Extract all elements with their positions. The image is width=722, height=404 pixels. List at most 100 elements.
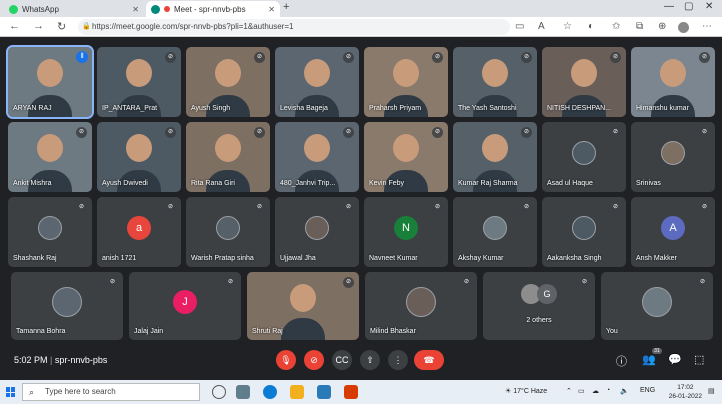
apps-icon[interactable]: ⊕ (658, 21, 666, 32)
participant-name: Ayush Singh (191, 105, 231, 112)
participant-tile[interactable]: ⊘ Shruti Raj (247, 272, 359, 340)
participant-tile[interactable]: ⊘ Praharsh Priyam (364, 47, 448, 117)
volume-icon[interactable]: 🔈 (620, 387, 629, 395)
maximize-icon[interactable]: ▢ (684, 1, 693, 12)
participant-tile[interactable]: ⊘ Ankit Mishra (8, 122, 92, 192)
mic-muted-icon: ⊘ (432, 52, 443, 63)
mic-muted-icon: ⊘ (225, 277, 236, 288)
participant-tile[interactable]: ⊘ Aakanksha Singh (542, 197, 626, 267)
tab-whatsapp[interactable]: WhatsApp ✕ (4, 1, 144, 17)
taskbar-clock[interactable]: 17:02 26-01-2022 (669, 383, 702, 401)
tab-meet[interactable]: Meet - spr-nnvb-pbs ✕ (146, 1, 280, 17)
participant-tile[interactable]: ⊘ You (601, 272, 713, 340)
windows-start-icon[interactable] (6, 387, 16, 397)
participant-name: 480_Janhvi Trip... (280, 180, 336, 187)
video-feed (482, 134, 508, 162)
chat-icon[interactable]: 💬 (668, 353, 682, 366)
favorites-icon[interactable]: ✩ (612, 21, 620, 32)
avatar (38, 216, 62, 240)
notification-icon[interactable]: ▤ (708, 387, 715, 395)
back-icon[interactable]: ← (9, 20, 20, 32)
participant-tile[interactable]: ⊘ Ayush Dwivedi (97, 122, 181, 192)
close-icon[interactable]: ✕ (132, 5, 139, 14)
captions-icon: CC (335, 355, 349, 365)
participant-tile[interactable]: ⊘ Kevin Feby (364, 122, 448, 192)
participant-tile[interactable]: ⊘ Shashank Raj (8, 197, 92, 267)
people-button[interactable]: 👥 31 (642, 348, 662, 366)
participant-tile[interactable]: ⊘ Milind Bhaskar (365, 272, 477, 340)
participant-tile[interactable]: ⊘ Rita Rana Giri (186, 122, 270, 192)
reload-icon[interactable]: ↻ (57, 20, 66, 33)
translate-icon[interactable]: A (538, 21, 545, 32)
extension-icon[interactable]: ◐ (588, 21, 594, 32)
participant-tile[interactable]: ⊘ IP_ANTARA_Prat (97, 47, 181, 117)
people-icon: 👥 (642, 354, 656, 366)
activities-icon[interactable]: ⬚ (694, 353, 704, 366)
tray-up-icon[interactable]: ⌃ (566, 387, 572, 395)
participant-name: Himanshu kumar (636, 105, 689, 112)
office-icon[interactable] (344, 385, 358, 399)
task-view-icon[interactable] (236, 385, 250, 399)
camera-off-button[interactable]: ⊘ (304, 350, 324, 370)
participant-tile[interactable]: ⊘ Tamanna Bohra (11, 272, 123, 340)
participant-tile[interactable]: N ⊘ Navneet Kumar (364, 197, 448, 267)
weather-widget[interactable]: ☀ 17°C Haze (505, 387, 547, 395)
participant-tile[interactable]: ⦀ ARYAN RAJ (6, 45, 94, 119)
mic-muted-icon: ⊘ (76, 202, 87, 213)
cloud-icon[interactable]: ☁ (592, 387, 599, 395)
participant-tile[interactable]: ⊘ 480_Janhvi Trip... (275, 122, 359, 192)
leave-call-button[interactable]: ☎ (414, 350, 444, 370)
taskbar-search[interactable]: ⌕ Type here to search (22, 383, 200, 401)
more-options-button[interactable]: ⋮ (388, 350, 408, 370)
more-vert-icon: ⋮ (393, 354, 403, 365)
participant-tile[interactable]: ⊘ Warish Pratap sinha (186, 197, 270, 267)
close-window-icon[interactable]: ✕ (705, 1, 713, 12)
participant-tile[interactable]: G ⊘ 2 others (483, 272, 595, 340)
participant-name: Tamanna Bohra (16, 328, 66, 335)
profile-avatar[interactable] (678, 22, 689, 33)
mic-off-button[interactable]: 🎙 (276, 350, 296, 370)
mic-muted-icon: ⊘ (610, 202, 621, 213)
network-icon[interactable]: ▭ (578, 387, 585, 395)
camera-icon[interactable]: ▭ (515, 21, 524, 32)
language-indicator[interactable]: ENG (640, 387, 655, 394)
forward-icon[interactable]: → (33, 20, 44, 32)
participant-tile[interactable]: ⊘ Levisha Bageja (275, 47, 359, 117)
collections-icon[interactable]: ⧉ (636, 21, 643, 32)
close-icon[interactable]: ✕ (268, 5, 275, 14)
participant-tile[interactable]: J ⊘ Jalaj Jain (129, 272, 241, 340)
participant-tile[interactable]: ⊘ The Yash Santoshi (453, 47, 537, 117)
participant-tile[interactable]: ⊘ Ayush Singh (186, 47, 270, 117)
bookmark-star-icon[interactable]: ☆ (563, 21, 572, 32)
participant-tile[interactable]: a ⊘ anish 1721 (97, 197, 181, 267)
edge-icon[interactable] (263, 385, 277, 399)
video-feed (290, 284, 316, 312)
store-icon[interactable] (317, 385, 331, 399)
participant-tile[interactable]: ⊘ Asad ul Haque (542, 122, 626, 192)
video-feed-body (281, 318, 325, 340)
participant-name: anish 1721 (102, 255, 137, 262)
mic-muted-icon: ⊘ (610, 52, 621, 63)
participant-tile[interactable]: ⊘ Ujjawal Jha (275, 197, 359, 267)
mic-muted-icon: ⊘ (432, 202, 443, 213)
captions-button[interactable]: CC (332, 350, 352, 370)
avatar (483, 216, 507, 240)
participant-tile[interactable]: ⊘ Kumar Raj Sharma (453, 122, 537, 192)
file-explorer-icon[interactable] (290, 385, 304, 399)
participant-tile[interactable]: ⊘ Srinivas (631, 122, 715, 192)
minimize-icon[interactable]: — (664, 1, 674, 12)
video-feed (660, 59, 686, 87)
participant-tile[interactable]: ⊘ Himanshu kumar (631, 47, 715, 117)
participant-tile[interactable]: ⊘ Akshay Kumar (453, 197, 537, 267)
menu-icon[interactable]: ⋯ (702, 21, 712, 32)
present-button[interactable]: ⇧ (360, 350, 380, 370)
cortana-icon[interactable] (212, 385, 226, 399)
participant-tile[interactable]: A ⊘ Ansh Makker (631, 197, 715, 267)
participant-tile[interactable]: ⊘ NITISH DESHPAN... (542, 47, 626, 117)
video-feed (482, 59, 508, 87)
wifi-icon[interactable]: ◔ (606, 387, 610, 394)
video-feed (393, 59, 419, 87)
url-field[interactable]: 🔒 https://meet.google.com/spr-nnvb-pbs?p… (78, 19, 510, 35)
info-icon[interactable]: ⓘ (616, 353, 627, 369)
new-tab-icon[interactable]: + (283, 1, 289, 13)
